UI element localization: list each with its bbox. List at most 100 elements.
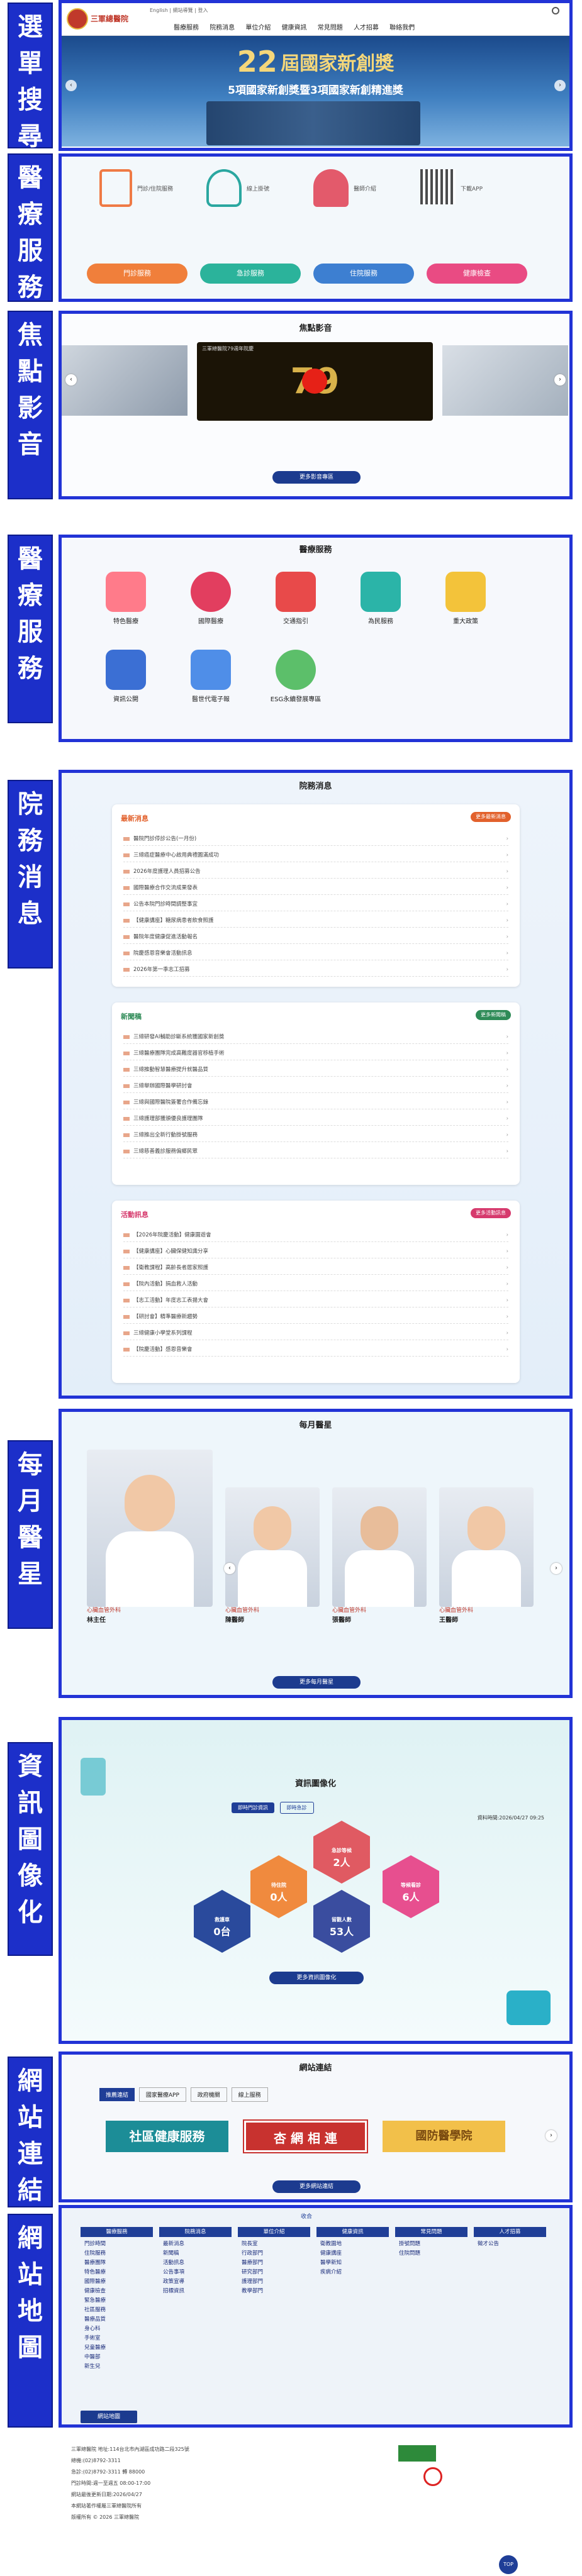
list-item[interactable]: 三總推動智慧醫療提升就醫品質 › bbox=[123, 1063, 508, 1077]
sitemap-link[interactable]: 護理部門 bbox=[238, 2277, 310, 2287]
list-item[interactable]: 三總推出全新行動掛號服務 › bbox=[123, 1128, 508, 1142]
list-item[interactable]: 2026年第一季志工招募 › bbox=[123, 963, 508, 977]
sitemap-link[interactable]: 醫療部門 bbox=[238, 2258, 310, 2268]
sitemap-link[interactable]: 掛號問題 bbox=[395, 2240, 467, 2249]
nav-health[interactable]: 健康資訊 bbox=[282, 25, 307, 31]
top-link-english[interactable]: English bbox=[150, 8, 168, 13]
sitemap-heading[interactable]: 院務消息 bbox=[159, 2227, 232, 2237]
pill-checkup[interactable]: 健康檢查 bbox=[427, 264, 527, 284]
sitemap-link[interactable]: 醫學新知 bbox=[316, 2258, 389, 2268]
sitemap-link[interactable]: 最新消息 bbox=[159, 2240, 232, 2249]
sitemap-link[interactable]: 公告事項 bbox=[159, 2268, 232, 2277]
sitemap-link[interactable]: 緊急醫療 bbox=[81, 2296, 153, 2306]
med-item-doctor[interactable]: 醫師介紹 bbox=[313, 169, 414, 213]
list-item[interactable]: 【健康講座】心臟保健知識分享 › bbox=[123, 1245, 508, 1258]
sitemap-link[interactable]: 行政部門 bbox=[238, 2249, 310, 2258]
video-right[interactable] bbox=[442, 345, 568, 416]
svc-policy[interactable]: 重大政策 bbox=[439, 572, 492, 625]
list-item[interactable]: 三總與國際醫院簽署合作備忘錄 › bbox=[123, 1096, 508, 1109]
list-item[interactable]: 【研討會】精準醫療新趨勢 › bbox=[123, 1310, 508, 1324]
list-item[interactable]: 國際醫療合作交流成果發表 › bbox=[123, 881, 508, 895]
press-more-button[interactable]: 更多新聞稿 bbox=[476, 1010, 511, 1020]
nav-medical[interactable]: 醫療服務 bbox=[174, 25, 199, 31]
focus-more-button[interactable]: 更多影音專區 bbox=[272, 471, 361, 484]
doctor-card-4[interactable]: 心臟血管外科 王醫師 bbox=[439, 1487, 534, 1624]
sitemap-link[interactable]: 醫療團隊 bbox=[81, 2258, 153, 2268]
back-to-top-button[interactable]: TOP bbox=[499, 2555, 518, 2574]
latest-more-button[interactable]: 更多最新消息 bbox=[471, 812, 511, 822]
focus-prev-icon[interactable]: ‹ bbox=[65, 374, 77, 386]
list-item[interactable]: 【院內活動】捐血救人活動 › bbox=[123, 1277, 508, 1291]
list-item[interactable]: 2026年度護理人員招募公告 › bbox=[123, 865, 508, 879]
doctor-prev-icon[interactable]: ‹ bbox=[224, 1563, 235, 1574]
list-item[interactable]: 醫院門診停診公告(一月份) › bbox=[123, 832, 508, 846]
tab-clinic-info[interactable]: 即時門診資訊 bbox=[232, 1802, 274, 1813]
svc-traffic[interactable]: 交通指引 bbox=[269, 572, 322, 625]
sitemap-link[interactable]: 院長室 bbox=[238, 2240, 310, 2249]
pill-inpatient[interactable]: 住院服務 bbox=[313, 264, 414, 284]
sitemap-link[interactable]: 政策宣導 bbox=[159, 2277, 232, 2287]
sitemap-link[interactable]: 徵才公告 bbox=[474, 2240, 546, 2249]
doctor-more-button[interactable]: 更多每月醫星 bbox=[272, 1676, 361, 1689]
video-center[interactable]: 三軍總醫院79週年院慶 79 bbox=[197, 342, 433, 421]
list-item[interactable]: 【2026年院慶活動】健康園遊會 › bbox=[123, 1228, 508, 1242]
play-icon[interactable] bbox=[302, 369, 327, 394]
list-item[interactable]: 醫院年度健康促進活動報名 › bbox=[123, 930, 508, 944]
sitemap-heading[interactable]: 健康資訊 bbox=[316, 2227, 389, 2237]
sitemap-link[interactable]: 兒童醫療 bbox=[81, 2343, 153, 2353]
links-next-icon[interactable]: › bbox=[546, 2130, 557, 2141]
sitemap-heading[interactable]: 常見問題 bbox=[395, 2227, 467, 2237]
link-tab-app[interactable]: 國家醫療APP bbox=[138, 2087, 186, 2102]
sitemap-link[interactable]: 健康講座 bbox=[316, 2249, 389, 2258]
sitemap-link[interactable]: 手術室 bbox=[81, 2334, 153, 2343]
list-item[interactable]: 三總慈善義診服務偏鄉民眾 › bbox=[123, 1145, 508, 1158]
sitemap-link[interactable]: 住院服務 bbox=[81, 2249, 153, 2258]
svc-public[interactable]: 為民服務 bbox=[354, 572, 407, 625]
svc-newsletter[interactable]: 醫世代電子報 bbox=[184, 650, 237, 703]
sitemap-link[interactable]: 活動訊息 bbox=[159, 2258, 232, 2268]
nav-news[interactable]: 院務消息 bbox=[210, 25, 235, 31]
events-more-button[interactable]: 更多活動訊息 bbox=[471, 1208, 511, 1218]
doctor-card-3[interactable]: 心臟血管外科 張醫師 bbox=[332, 1487, 427, 1624]
list-item[interactable]: 三總醫療團隊完成高難度器官移植手術 › bbox=[123, 1046, 508, 1060]
pill-emergency[interactable]: 急診服務 bbox=[200, 264, 301, 284]
sitemap-button[interactable]: 網站地圖 bbox=[81, 2411, 137, 2423]
doctor-card-1[interactable]: 心臟血管外科 林主任 bbox=[87, 1450, 213, 1624]
sitemap-link[interactable]: 新生兒 bbox=[81, 2362, 153, 2372]
hero-banner[interactable]: ‹ › 22 屆國家新創獎 5項國家新創獎暨3項國家新創精進獎 bbox=[62, 36, 569, 147]
sitemap-link[interactable]: 中醫部 bbox=[81, 2353, 153, 2362]
video-left[interactable] bbox=[62, 345, 187, 416]
link-tab-online[interactable]: 線上服務 bbox=[231, 2087, 268, 2102]
list-item[interactable]: 院慶感恩音樂會活動訊息 › bbox=[123, 947, 508, 960]
sitemap-heading[interactable]: 醫療服務 bbox=[81, 2227, 153, 2237]
doctor-card-2[interactable]: 心臟血管外科 陳醫師 bbox=[225, 1487, 320, 1624]
list-item[interactable]: 【衛教課程】高齡長者居家照護 › bbox=[123, 1261, 508, 1275]
sitemap-link[interactable]: 醫療品質 bbox=[81, 2315, 153, 2324]
list-item[interactable]: 三總護理部獲頒優良護理團隊 › bbox=[123, 1112, 508, 1126]
list-item[interactable]: 三總健康小學堂系列課程 › bbox=[123, 1326, 508, 1340]
tab-emergency-info[interactable]: 即時急診 bbox=[279, 1802, 314, 1814]
list-item[interactable]: 【院慶活動】感恩音樂會 › bbox=[123, 1343, 508, 1357]
med-item-register[interactable]: 線上掛號 bbox=[206, 169, 307, 213]
nav-contact[interactable]: 聯絡我們 bbox=[389, 25, 415, 31]
list-item[interactable]: 三總研發AI輔助診斷系統獲國家新創獎 › bbox=[123, 1030, 508, 1044]
nav-units[interactable]: 單位介紹 bbox=[245, 25, 271, 31]
sitemap-link[interactable]: 門診時間 bbox=[81, 2240, 153, 2249]
sitemap-heading[interactable]: 單位介紹 bbox=[238, 2227, 310, 2237]
sitemap-heading[interactable]: 人才招募 bbox=[474, 2227, 546, 2237]
sitemap-link[interactable]: 新聞稿 bbox=[159, 2249, 232, 2258]
sitemap-link[interactable]: 特色醫療 bbox=[81, 2268, 153, 2277]
link-banner-ndmc[interactable]: 國防醫學院 bbox=[383, 2121, 505, 2152]
list-item[interactable]: 【志工活動】年度志工表揚大會 › bbox=[123, 1294, 508, 1307]
svc-international[interactable]: 國際醫療 bbox=[184, 572, 237, 625]
sitemap-link[interactable]: 研究部門 bbox=[238, 2268, 310, 2277]
links-more-button[interactable]: 更多網站連結 bbox=[272, 2180, 361, 2193]
link-banner-community[interactable]: 社區健康服務 bbox=[106, 2121, 228, 2152]
nav-recruit[interactable]: 人才招募 bbox=[354, 25, 379, 31]
focus-next-icon[interactable]: › bbox=[554, 374, 566, 386]
logo[interactable]: 三軍總醫院 bbox=[67, 7, 136, 32]
link-tab-recommend[interactable]: 推薦連結 bbox=[99, 2088, 135, 2101]
sitemap-link[interactable]: 衛教園地 bbox=[316, 2240, 389, 2249]
svc-info[interactable]: 資訊公開 bbox=[99, 650, 152, 703]
search-icon[interactable] bbox=[552, 7, 559, 14]
